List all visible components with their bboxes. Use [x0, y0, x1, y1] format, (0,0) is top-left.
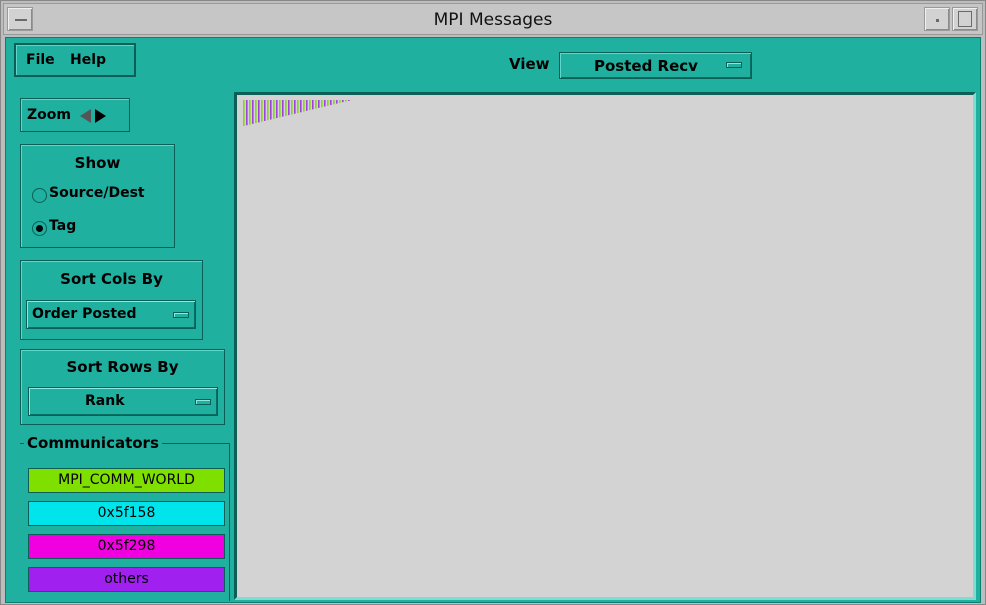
maximize-button[interactable] — [952, 7, 978, 31]
zoom-out-arrow-icon[interactable] — [80, 109, 91, 123]
message-bar — [255, 100, 257, 124]
message-bar — [342, 100, 344, 103]
zoom-control: Zoom — [20, 98, 130, 132]
message-bar — [282, 100, 284, 117]
title-bar[interactable]: MPI Messages — [3, 3, 983, 35]
radio-tag[interactable] — [32, 221, 47, 236]
communicator-item[interactable]: others — [28, 567, 225, 592]
client-area: File Help View Posted Recv Zoom Show Sou… — [5, 37, 981, 603]
message-bar — [330, 100, 332, 106]
message-bar — [270, 100, 272, 120]
window-title: MPI Messages — [433, 10, 553, 30]
minimize-icon — [936, 19, 939, 22]
message-bar — [273, 100, 275, 119]
option-menu-icon — [173, 312, 189, 318]
sort-cols-group: Sort Cols By Order Posted — [20, 260, 203, 340]
message-plot — [243, 100, 350, 126]
radio-source-dest[interactable] — [32, 188, 47, 203]
message-bar — [294, 100, 296, 114]
sort-cols-selected-value: Order Posted — [32, 306, 137, 322]
message-bar — [306, 100, 308, 111]
radio-tag-label: Tag — [49, 218, 77, 234]
message-bar — [264, 100, 266, 121]
radio-source-dest-label: Source/Dest — [49, 185, 145, 201]
message-bar — [291, 100, 293, 115]
message-bar — [318, 100, 320, 108]
message-bar — [276, 100, 278, 119]
message-bars — [243, 100, 350, 126]
show-title: Show — [74, 154, 121, 172]
menu-bar: File Help — [14, 43, 136, 77]
communicator-item[interactable]: 0x5f158 — [28, 501, 225, 526]
message-bar — [339, 100, 341, 103]
view-selected-value: Posted Recv — [594, 57, 698, 75]
message-bar — [336, 100, 338, 104]
message-bar — [279, 100, 281, 118]
message-bar — [315, 100, 317, 109]
message-bar — [348, 100, 350, 101]
message-bar — [300, 100, 302, 113]
zoom-label: Zoom — [27, 107, 71, 123]
zoom-in-arrow-icon[interactable] — [95, 109, 106, 123]
message-bar — [288, 100, 290, 116]
minimize-button[interactable] — [924, 7, 950, 31]
maximize-icon — [958, 11, 972, 27]
message-bar — [243, 100, 245, 126]
message-bar — [309, 100, 311, 111]
message-bar — [252, 100, 254, 124]
message-bar — [345, 100, 347, 102]
message-canvas[interactable] — [234, 92, 976, 600]
communicator-item[interactable]: MPI_COMM_WORLD — [28, 468, 225, 493]
message-bar — [312, 100, 314, 110]
sort-cols-title: Sort Cols By — [60, 270, 163, 288]
message-bar — [297, 100, 299, 113]
sort-cols-select[interactable]: Order Posted — [26, 300, 196, 329]
sort-rows-title: Sort Rows By — [66, 358, 179, 376]
message-bar — [285, 100, 287, 116]
message-bar — [321, 100, 323, 108]
message-bar — [249, 100, 251, 125]
communicators-title: Communicators — [24, 434, 162, 452]
view-label: View — [509, 55, 550, 73]
menu-help[interactable]: Help — [70, 52, 106, 68]
option-menu-icon — [195, 399, 211, 405]
message-bar — [267, 100, 269, 121]
menu-file[interactable]: File — [26, 52, 55, 68]
show-group: Show Source/Dest Tag — [20, 144, 175, 248]
communicator-item[interactable]: 0x5f298 — [28, 534, 225, 559]
option-menu-icon — [726, 62, 742, 68]
message-bar — [258, 100, 260, 123]
sort-rows-selected-value: Rank — [85, 393, 125, 409]
view-select[interactable]: Posted Recv — [559, 52, 752, 79]
sort-rows-group: Sort Rows By Rank — [20, 349, 225, 425]
message-bar — [327, 100, 329, 106]
sort-rows-select[interactable]: Rank — [28, 387, 218, 416]
message-bar — [324, 100, 326, 107]
mpi-messages-window: MPI Messages File Help View Posted Recv … — [0, 0, 986, 605]
message-bar — [333, 100, 335, 105]
message-bar — [303, 100, 305, 112]
message-bar — [246, 100, 248, 126]
message-bar — [261, 100, 263, 122]
